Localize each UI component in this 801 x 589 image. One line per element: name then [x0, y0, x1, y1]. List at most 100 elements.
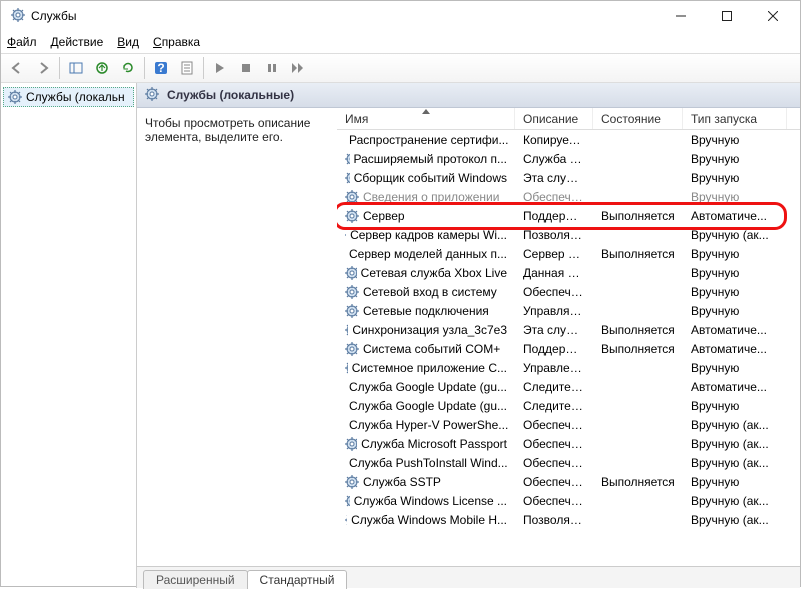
back-button[interactable] — [5, 56, 29, 80]
service-name: Сведения о приложении — [363, 190, 499, 204]
service-row[interactable]: СерверПоддержи...ВыполняетсяАвтоматиче..… — [337, 206, 800, 225]
maximize-button[interactable] — [704, 1, 750, 31]
service-row[interactable]: Сборщик событий WindowsЭта служб...Вручн… — [337, 168, 800, 187]
service-start: Автоматиче... — [683, 323, 787, 337]
service-name: Сборщик событий Windows — [354, 171, 507, 185]
service-start: Вручную — [683, 171, 787, 185]
export-button[interactable] — [90, 56, 114, 80]
tree-root-label: Службы (локальн — [26, 90, 125, 104]
service-row[interactable]: Сетевой вход в системуОбеспечи...Вручную — [337, 282, 800, 301]
service-desc: Сервер пл... — [515, 247, 593, 261]
service-desc: Позволяет... — [515, 513, 593, 527]
service-name: Сетевые подключения — [363, 304, 489, 318]
service-row[interactable]: Служба Microsoft Passport Обеспечи... Вруч… — [337, 434, 800, 453]
description-pane: Чтобы просмотреть описание элемента, выд… — [137, 108, 337, 566]
service-desc: Обеспечи... — [515, 437, 593, 451]
service-start: Автоматиче... — [683, 209, 787, 223]
show-hide-tree-button[interactable] — [64, 56, 88, 80]
service-start: Вручную — [683, 361, 787, 375]
service-row[interactable]: Сетевая служба Xbox LiveДанная сл...Вруч… — [337, 263, 800, 282]
service-row[interactable]: Сведения о приложенииОбеспечи...Вручную — [337, 187, 800, 206]
column-headers: Имя Описание Состояние Тип запуска — [337, 108, 800, 130]
menu-file[interactable]: Файл — [7, 35, 37, 49]
tab-extended[interactable]: Расширенный — [143, 570, 248, 589]
service-row[interactable]: Служба PushToInstall Wind... Обеспечи... В… — [337, 453, 800, 472]
service-desc: Обеспечи... — [515, 494, 593, 508]
service-name: Служба Google Update (gu... — [349, 380, 507, 394]
service-row[interactable]: Системное приложение C...Управлен...Вруч… — [337, 358, 800, 377]
service-start: Вручную (ак... — [683, 456, 787, 470]
service-name: Синхронизация узла_3c7e3 — [352, 323, 507, 337]
properties-button[interactable] — [175, 56, 199, 80]
gear-icon — [8, 90, 22, 104]
service-state: Выполняется — [593, 323, 683, 337]
service-row[interactable]: Служба SSTPОбеспечи...ВыполняетсяВручную — [337, 472, 800, 491]
service-start: Вручную (ак... — [683, 418, 787, 432]
forward-button[interactable] — [31, 56, 55, 80]
service-row[interactable]: Система событий COM+Поддержк...Выполняет… — [337, 339, 800, 358]
start-service-button[interactable] — [208, 56, 232, 80]
tree-root-item[interactable]: Службы (локальн — [3, 87, 134, 107]
service-start: Вручную — [683, 304, 787, 318]
service-desc: Эта служб... — [515, 323, 593, 337]
service-row[interactable]: Сервер кадров камеры Wi...Позволяет...Вр… — [337, 225, 800, 244]
service-start: Вручную (ак... — [683, 513, 787, 527]
service-name: Расширяемый протокол п... — [354, 152, 507, 166]
service-row[interactable]: Сетевые подключения Управляет... Вручную — [337, 301, 800, 320]
panel-heading: Службы (локальные) — [137, 83, 800, 108]
service-name: Служба Google Update (gu... — [349, 399, 507, 413]
menu-view[interactable]: Вид — [117, 35, 139, 49]
service-name: Служба PushToInstall Wind... — [349, 456, 508, 470]
service-start: Вручную (ак... — [683, 228, 787, 242]
menubar: Файл Действие Вид Справка — [1, 31, 800, 53]
service-start: Вручную — [683, 475, 787, 489]
menu-action[interactable]: Действие — [51, 35, 104, 49]
service-name: Служба Microsoft Passport — [361, 437, 507, 451]
service-row[interactable]: Расширяемый протокол п...Служба ра...Вру… — [337, 149, 800, 168]
service-start: Вручную — [683, 133, 787, 147]
pause-service-button[interactable] — [260, 56, 284, 80]
service-desc: Поддержк... — [515, 342, 593, 356]
restart-service-button[interactable] — [286, 56, 310, 80]
service-name: Системное приложение C... — [352, 361, 507, 375]
gear-icon — [145, 87, 161, 103]
service-name: Сетевой вход в систему — [363, 285, 497, 299]
refresh-button[interactable] — [116, 56, 140, 80]
help-button[interactable]: ? — [149, 56, 173, 80]
gear-icon — [345, 304, 359, 318]
service-start: Вручную (ак... — [683, 437, 787, 451]
service-row[interactable]: Сервер моделей данных п...Сервер пл...Вы… — [337, 244, 800, 263]
minimize-button[interactable] — [658, 1, 704, 31]
service-desc: Обеспечи... — [515, 285, 593, 299]
service-desc: Управляет... — [515, 304, 593, 318]
service-name: Служба Windows License ... — [354, 494, 507, 508]
svg-text:?: ? — [157, 61, 164, 75]
service-desc: Следите за... — [515, 380, 593, 394]
service-row[interactable]: Служба Windows License ...Обеспечи...Вру… — [337, 491, 800, 510]
service-row[interactable]: Служба Windows Mobile H... Позволяет... Вр… — [337, 510, 800, 529]
service-start: Вручную — [683, 399, 787, 413]
col-desc[interactable]: Описание — [515, 108, 593, 129]
service-start: Автоматиче... — [683, 342, 787, 356]
col-start[interactable]: Тип запуска — [683, 108, 787, 129]
menu-help[interactable]: Справка — [153, 35, 200, 49]
service-desc: Обеспечи... — [515, 456, 593, 470]
col-name[interactable]: Имя — [337, 108, 515, 129]
col-state-label: Состояние — [601, 112, 661, 126]
service-row[interactable]: Служба Google Update (gu... Следите за...… — [337, 377, 800, 396]
service-name: Служба Windows Mobile H... — [351, 513, 507, 527]
close-button[interactable] — [750, 1, 796, 31]
service-row[interactable]: Синхронизация узла_3c7e3 Эта служб...Выпо… — [337, 320, 800, 339]
gear-icon — [345, 513, 347, 527]
gear-icon — [345, 361, 348, 375]
col-state[interactable]: Состояние — [593, 108, 683, 129]
service-desc: Обеспечи... — [515, 475, 593, 489]
col-name-label: Имя — [345, 112, 368, 126]
stop-service-button[interactable] — [234, 56, 258, 80]
service-start: Автоматиче... — [683, 380, 787, 394]
service-row[interactable]: Служба Hyper-V PowerShe...Обеспечи...Вру… — [337, 415, 800, 434]
tree-pane: Службы (локальн — [1, 83, 137, 588]
service-row[interactable]: Распространение сертифи...Копирует ...Вр… — [337, 130, 800, 149]
service-row[interactable]: Служба Google Update (gu...Следите за...… — [337, 396, 800, 415]
tab-standard[interactable]: Стандартный — [247, 570, 348, 589]
